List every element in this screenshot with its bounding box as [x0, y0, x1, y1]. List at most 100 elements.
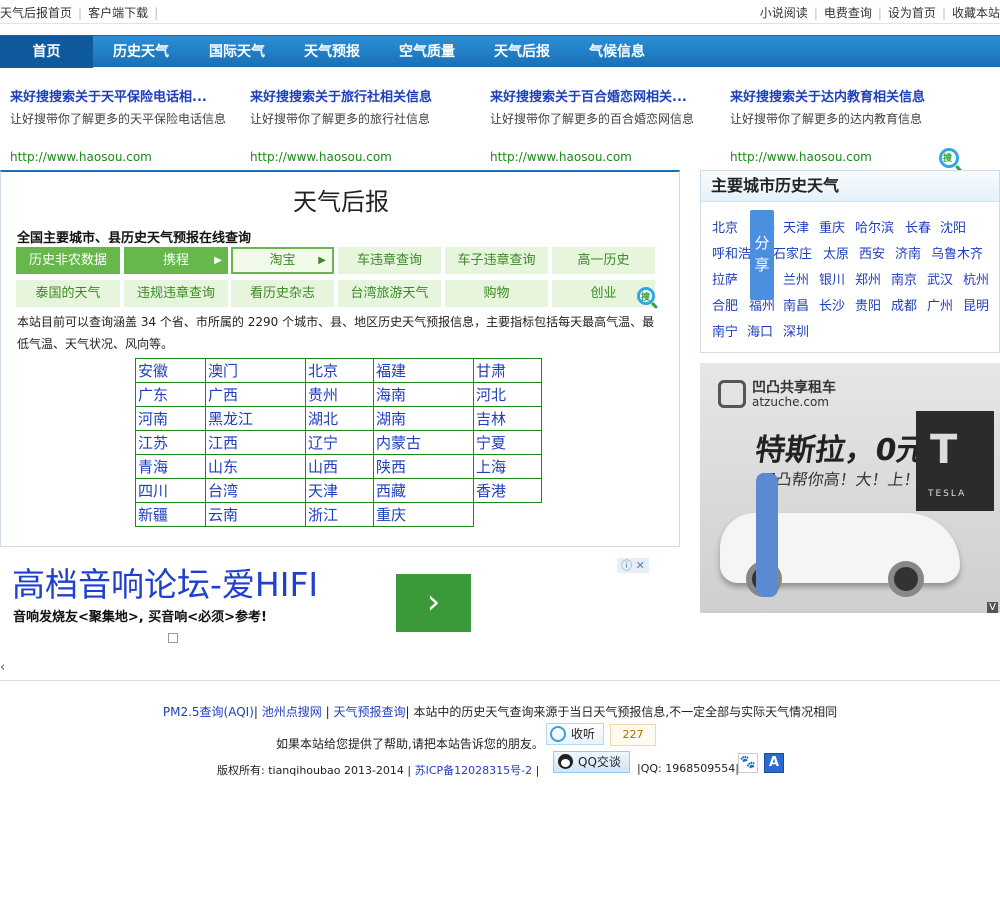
ad-url[interactable]: http://www.haosou.com: [10, 150, 152, 164]
province-link[interactable]: 湖北: [305, 406, 374, 431]
quick-link-button[interactable]: 淘宝 ▶: [231, 247, 334, 274]
quick-link-button[interactable]: 违规违章查询: [124, 280, 228, 307]
city-link[interactable]: 南宁: [712, 321, 738, 340]
ad-title[interactable]: 来好搜搜索关于旅行社相关信息: [250, 86, 480, 105]
city-link[interactable]: 广州: [927, 295, 953, 314]
province-link[interactable]: 甘肃: [473, 358, 542, 383]
province-link[interactable]: 香港: [473, 478, 542, 503]
city-link[interactable]: 郑州: [855, 269, 881, 288]
share-button[interactable]: 分享: [750, 210, 774, 300]
province-link[interactable]: 上海: [473, 454, 542, 479]
province-link[interactable]: 河南: [135, 406, 206, 431]
province-link[interactable]: 海南: [373, 382, 474, 407]
ad-url[interactable]: http://www.haosou.com: [490, 150, 632, 164]
province-link[interactable]: 天津: [305, 478, 374, 503]
province-link[interactable]: 贵州: [305, 382, 374, 407]
haosou-search-icon[interactable]: 搜: [637, 287, 655, 305]
ad-title[interactable]: 来好搜搜索关于百合婚恋网相关...: [490, 86, 720, 105]
province-link[interactable]: 黑龙江: [205, 406, 306, 431]
city-link[interactable]: 合肥: [712, 295, 738, 314]
nav-climate[interactable]: 气候信息: [569, 36, 665, 68]
quick-link-button[interactable]: 携程 ▶: [124, 247, 228, 274]
novel-link[interactable]: 小说阅读: [760, 6, 808, 20]
province-link[interactable]: 宁夏: [473, 430, 542, 455]
hifi-ad-title[interactable]: 高档音响论坛-爱HIFI: [12, 558, 318, 606]
haosou-search-icon[interactable]: 搜: [939, 148, 959, 168]
province-link[interactable]: 湖南: [373, 406, 474, 431]
city-link[interactable]: 重庆: [819, 217, 845, 236]
baidu-paw-icon[interactable]: 🐾: [738, 753, 758, 773]
province-link[interactable]: 浙江: [305, 502, 374, 527]
province-link[interactable]: 澳门: [205, 358, 306, 383]
province-link[interactable]: 江西: [205, 430, 306, 455]
province-link[interactable]: 福建: [373, 358, 474, 383]
quick-link-button[interactable]: 车子违章查询: [445, 247, 548, 274]
ad-url[interactable]: http://www.haosou.com: [250, 150, 392, 164]
home-link[interactable]: 天气后报首页: [0, 6, 72, 20]
province-link[interactable]: 河北: [473, 382, 542, 407]
hifi-ad-arrow-button[interactable]: ›: [396, 574, 471, 632]
nav-international-weather[interactable]: 国际天气: [189, 36, 285, 68]
tesla-rental-ad[interactable]: 凹凸共享租车 atzuche.com 特斯拉，0元租 凹凸帮你高！大！上！ T …: [700, 363, 1000, 613]
city-link[interactable]: 石家庄: [773, 243, 812, 262]
electricity-link[interactable]: 电费查询: [824, 6, 872, 20]
quick-link-button[interactable]: 车违章查询: [338, 247, 441, 274]
city-link[interactable]: 北京: [712, 217, 738, 236]
ad-title[interactable]: 来好搜搜索关于达内教育相关信息: [730, 86, 960, 105]
quick-link-button[interactable]: 泰国的天气: [16, 280, 120, 307]
city-link[interactable]: 济南: [895, 243, 921, 262]
province-link[interactable]: 广东: [135, 382, 206, 407]
province-link[interactable]: 安徽: [135, 358, 206, 383]
city-link[interactable]: 昆明: [963, 295, 989, 314]
ad-item[interactable]: 来好搜搜索关于百合婚恋网相关... 让好搜带你了解更多的百合婚恋网信息 http…: [490, 86, 720, 164]
follow-button[interactable]: 收听: [546, 723, 604, 745]
city-link[interactable]: 太原: [823, 243, 849, 262]
province-link[interactable]: 青海: [135, 454, 206, 479]
ad-close-button[interactable]: ⓘ ✕: [617, 558, 649, 573]
province-link[interactable]: 西藏: [373, 478, 474, 503]
province-link[interactable]: 内蒙古: [373, 430, 474, 455]
city-link[interactable]: 兰州: [783, 269, 809, 288]
chizhou-link[interactable]: 池州点搜网: [262, 705, 322, 719]
nav-weather-report[interactable]: 天气后报: [474, 36, 570, 68]
city-link[interactable]: 天津: [783, 217, 809, 236]
ad-item[interactable]: 来好搜搜索关于达内教育相关信息 让好搜带你了解更多的达内教育信息 http://…: [730, 86, 960, 164]
ad-url[interactable]: http://www.haosou.com: [730, 150, 872, 164]
chevron-left-icon[interactable]: ‹: [0, 660, 5, 675]
city-link[interactable]: 南京: [891, 269, 917, 288]
checkbox-icon[interactable]: [168, 633, 178, 643]
ad-item[interactable]: 来好搜搜索关于旅行社相关信息 让好搜带你了解更多的旅行社信息 http://ww…: [250, 86, 480, 164]
province-link[interactable]: 辽宁: [305, 430, 374, 455]
quick-link-button[interactable]: 历史非农数据: [16, 247, 120, 274]
city-link[interactable]: 哈尔滨: [855, 217, 894, 236]
province-link[interactable]: 吉林: [473, 406, 542, 431]
nav-air-quality[interactable]: 空气质量: [379, 36, 475, 68]
city-link[interactable]: 武汉: [927, 269, 953, 288]
stats-a-icon[interactable]: A: [764, 753, 784, 773]
nav-history-weather[interactable]: 历史天气: [93, 36, 189, 68]
ad-item[interactable]: 来好搜搜索关于天平保险电话相... 让好搜带你了解更多的天平保险电话信息 htt…: [10, 86, 240, 164]
city-link[interactable]: 杭州: [963, 269, 989, 288]
city-link[interactable]: 贵阳: [855, 295, 881, 314]
quick-link-button[interactable]: 购物: [445, 280, 548, 307]
quick-link-button[interactable]: 看历史杂志: [231, 280, 334, 307]
province-link[interactable]: 四川: [135, 478, 206, 503]
pm25-link[interactable]: PM2.5查询(AQI): [163, 705, 254, 719]
city-link[interactable]: 南昌: [783, 295, 809, 314]
city-link[interactable]: 乌鲁木齐: [931, 243, 983, 262]
province-link[interactable]: 广西: [205, 382, 306, 407]
nav-home[interactable]: 首页: [0, 36, 93, 68]
city-link[interactable]: 深圳: [783, 321, 809, 340]
province-link[interactable]: 北京: [305, 358, 374, 383]
quick-link-button[interactable]: 高一历史: [552, 247, 655, 274]
quick-link-button[interactable]: 台湾旅游天气: [338, 280, 441, 307]
ad-title[interactable]: 来好搜搜索关于天平保险电话相...: [10, 86, 240, 105]
province-link[interactable]: 台湾: [205, 478, 306, 503]
province-link[interactable]: 陕西: [373, 454, 474, 479]
icp-link[interactable]: 苏ICP备12028315号-2: [415, 764, 533, 777]
province-link[interactable]: 山东: [205, 454, 306, 479]
bookmark-link[interactable]: 收藏本站: [952, 6, 1000, 20]
city-link[interactable]: 拉萨: [712, 269, 738, 288]
province-link[interactable]: 重庆: [373, 502, 474, 527]
province-link[interactable]: 山西: [305, 454, 374, 479]
